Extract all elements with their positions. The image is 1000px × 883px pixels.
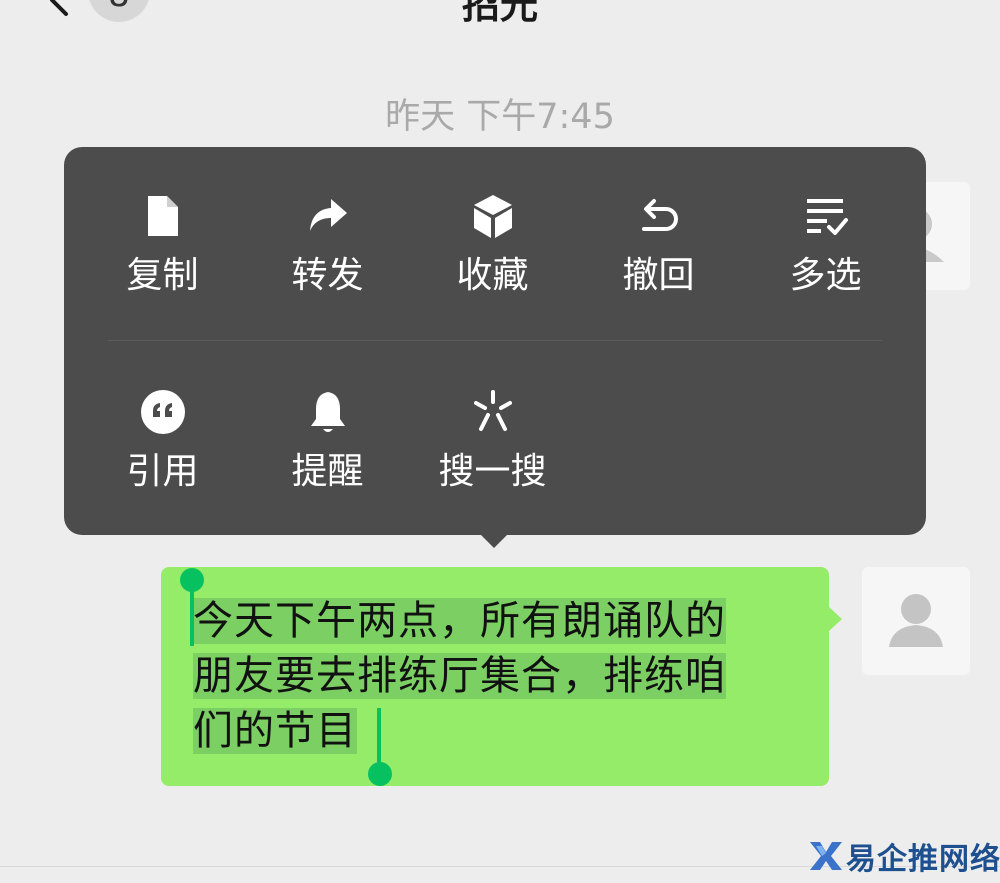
menu-item-label: 引用 bbox=[126, 451, 199, 492]
menu-item-remind[interactable]: 提醒 bbox=[245, 387, 410, 517]
menu-item-recall[interactable]: 撤回 bbox=[576, 191, 741, 321]
message-text[interactable]: 今天下午两点，所有朗诵队的 朋友要去排练厅集合，排练咱 们的节目 bbox=[193, 594, 803, 759]
menu-item-label: 收藏 bbox=[456, 255, 529, 296]
chat-title: 招光 bbox=[461, 0, 538, 27]
cube-icon bbox=[473, 195, 512, 238]
nav-bar: 8 招光 bbox=[0, 0, 1000, 30]
multi-select-icon bbox=[806, 199, 848, 235]
person-icon bbox=[889, 594, 943, 647]
menu-item-search[interactable]: 搜一搜 bbox=[410, 387, 575, 517]
quote-icon bbox=[140, 390, 185, 434]
bell-icon bbox=[310, 392, 345, 432]
forward-icon bbox=[309, 199, 347, 231]
menu-divider bbox=[108, 340, 882, 341]
message-line: 今天下午两点，所有朗诵队的 bbox=[193, 598, 726, 644]
menu-item-copy[interactable]: 复制 bbox=[80, 191, 245, 321]
menu-item-label: 转发 bbox=[291, 255, 364, 296]
message-context-menu: 复制 转发 收藏 撤回 多选 引用 提醒 搜一搜 bbox=[64, 147, 926, 535]
menu-item-label: 撤回 bbox=[622, 255, 695, 296]
menu-item-quote[interactable]: 引用 bbox=[80, 387, 245, 517]
menu-item-label: 搜一搜 bbox=[438, 451, 547, 492]
search-spark-icon bbox=[473, 390, 512, 431]
menu-item-multiselect[interactable]: 多选 bbox=[743, 191, 908, 321]
message-line: 们的节目 bbox=[193, 708, 357, 754]
selection-end-handle[interactable] bbox=[368, 762, 392, 786]
bubble-tail bbox=[828, 606, 842, 632]
selection-end-stem bbox=[377, 708, 381, 770]
document-icon bbox=[147, 196, 178, 236]
menu-pointer-arrow bbox=[479, 533, 509, 548]
menu-item-label: 提醒 bbox=[291, 451, 364, 492]
self-avatar[interactable] bbox=[862, 567, 970, 675]
undo-icon bbox=[641, 199, 678, 231]
menu-item-label: 复制 bbox=[126, 255, 199, 296]
message-line: 朋友要去排练厅集合，排练咱 bbox=[193, 653, 726, 699]
menu-item-label: 多选 bbox=[789, 255, 862, 296]
message-timestamp: 昨天 下午7:45 bbox=[385, 97, 615, 137]
watermark-text: 易企推网络 bbox=[846, 842, 1000, 877]
watermark-logo-icon bbox=[810, 842, 842, 870]
selection-start-handle[interactable] bbox=[180, 568, 204, 592]
watermark: 易企推网络 bbox=[808, 834, 1000, 878]
menu-item-forward[interactable]: 转发 bbox=[245, 191, 410, 321]
menu-item-favorite[interactable]: 收藏 bbox=[410, 191, 575, 321]
